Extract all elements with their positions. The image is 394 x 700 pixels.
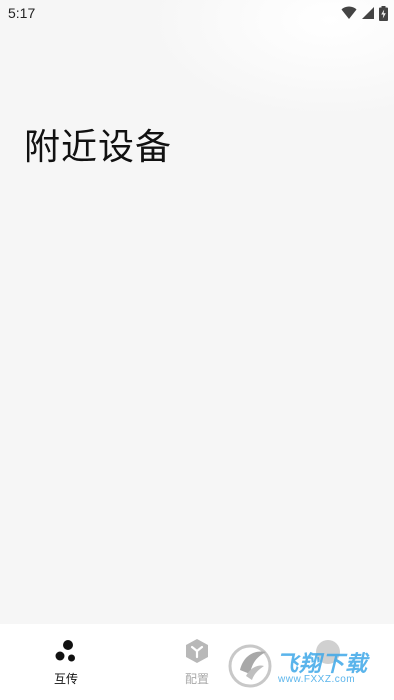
watermark-url: www.FXXZ.com [278, 674, 356, 685]
wifi-icon [341, 6, 357, 19]
cell-signal-icon [362, 7, 374, 19]
status-icons [341, 5, 388, 21]
status-bar: 5:17 [0, 0, 394, 26]
nav-item-config[interactable]: 配置 [167, 638, 227, 694]
page-title: 附近设备 [24, 127, 173, 168]
config-box-icon [186, 639, 208, 663]
nav-item-transfer[interactable]: 互传 [36, 638, 96, 694]
nav-label-transfer: 互传 [53, 672, 78, 686]
app-screen: 5:17 附近设备 互传 配置 飞翔下载 www.FXXZ.com [0, 0, 394, 700]
status-time: 5:17 [8, 5, 36, 21]
nav-label-config: 配置 [184, 672, 209, 686]
watermark-logo-icon [228, 644, 272, 688]
battery-charging-icon [379, 5, 388, 21]
transfer-dots-icon [55, 640, 75, 662]
watermark-overlay: 飞翔下载 www.FXXZ.com [228, 640, 384, 692]
